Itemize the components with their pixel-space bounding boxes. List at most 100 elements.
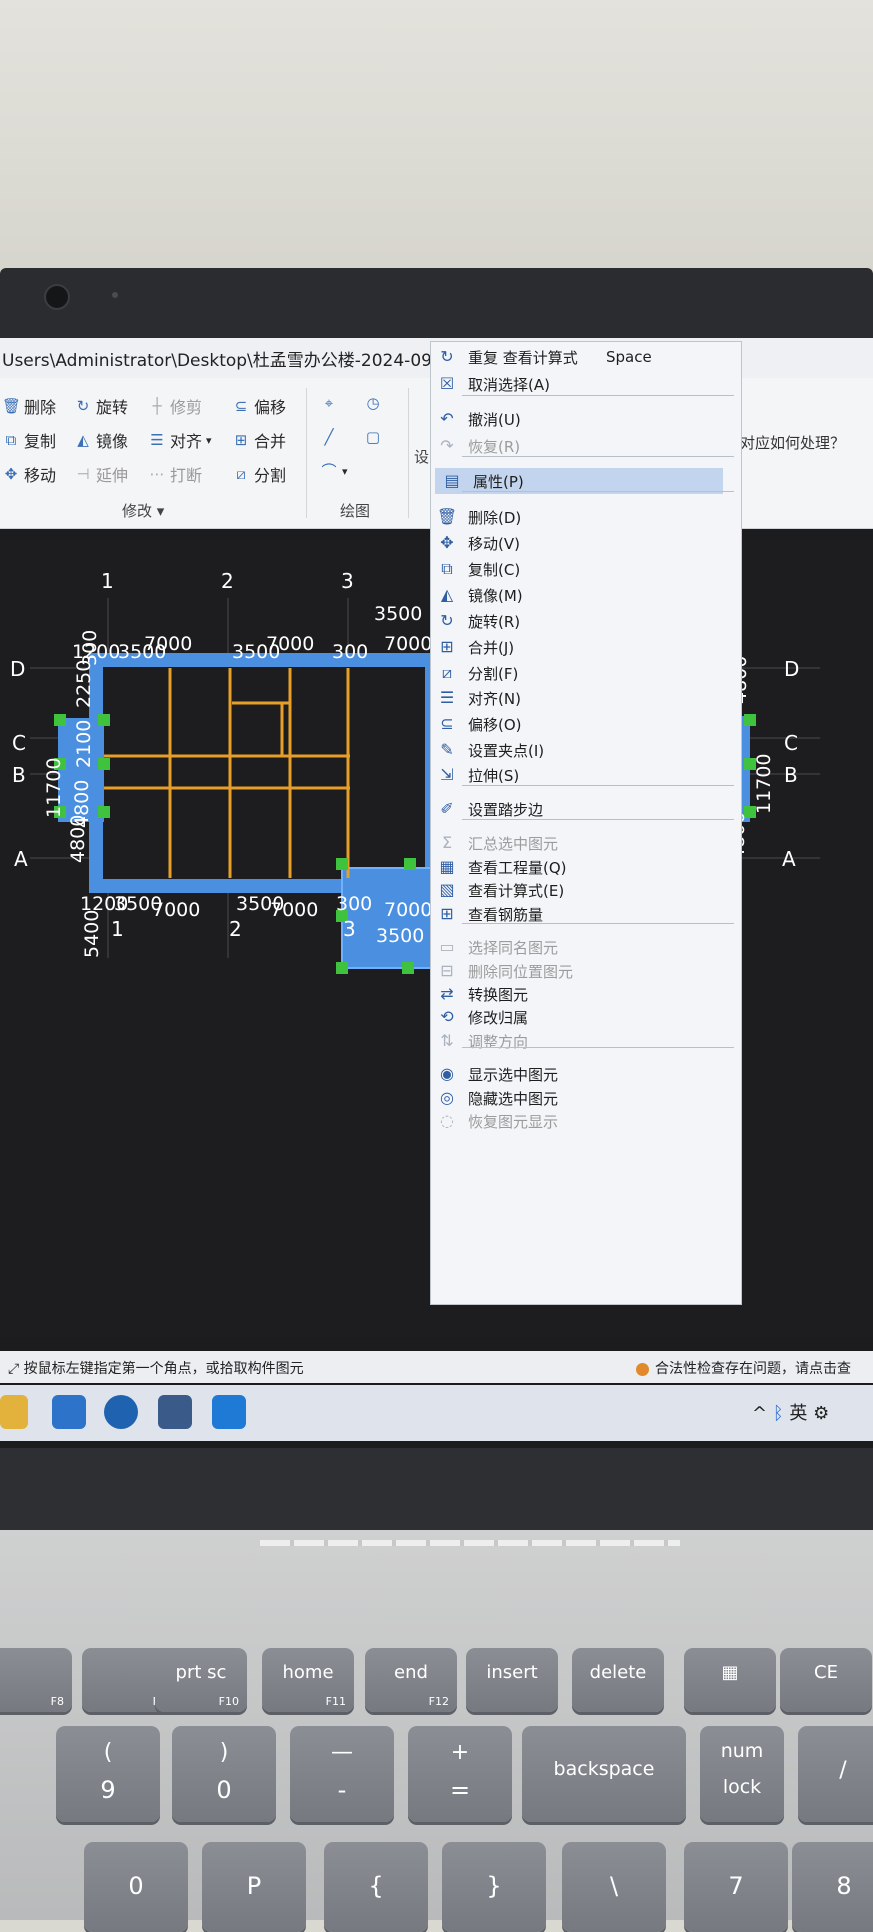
ribbon-copy-button[interactable]: ⧉ 复制 xyxy=(2,428,56,452)
ribbon-mirror-button[interactable]: ◭ 镜像 xyxy=(74,428,128,452)
context-menu-item[interactable]: ↻ 重复 查看计算式 Space xyxy=(430,344,730,370)
ribbon-rotate-label: 旋转 xyxy=(96,398,129,417)
ribbon-trim-button[interactable]: ┼ 修剪 xyxy=(148,394,202,418)
copy-icon: ⧉ xyxy=(5,431,17,449)
ribbon-rotate-button[interactable]: ↻ 旋转 xyxy=(74,394,128,418)
tray-expand-icon[interactable]: ^ xyxy=(752,1403,767,1424)
key-label: home xyxy=(282,1662,334,1683)
keyboard-key[interactable]: home F11 xyxy=(262,1648,354,1712)
dimension-label: 7000 xyxy=(270,899,318,921)
context-menu-item[interactable]: ☰ 对齐(N) xyxy=(430,685,730,711)
keyboard-key[interactable]: — - xyxy=(290,1726,394,1822)
context-menu-item-label: 转换图元 xyxy=(468,985,529,1004)
keyboard-key[interactable]: { xyxy=(324,1842,428,1932)
draw-rect-button[interactable]: ▢ xyxy=(364,428,382,446)
context-menu-item-label: 合并(J) xyxy=(468,638,515,657)
break-icon: ⋯ xyxy=(149,465,165,483)
context-menu-item-label: 选择同名图元 xyxy=(468,938,559,957)
context-menu-item[interactable]: ▭ 选择同名图元 xyxy=(430,934,730,960)
keyboard-key[interactable]: 0 xyxy=(84,1842,188,1932)
context-menu-item[interactable]: ⊞ 合并(J) xyxy=(430,634,730,660)
axis-label: A xyxy=(782,847,796,871)
draw-arc-button[interactable]: ⌒ ▾ xyxy=(320,462,347,480)
stretch-icon: ⇲ xyxy=(440,765,454,784)
ribbon-split-button[interactable]: ⧄ 分割 xyxy=(232,462,286,486)
keyboard-key[interactable]: prt sc F10 xyxy=(155,1648,247,1712)
app-icon-globe[interactable] xyxy=(104,1395,138,1429)
circle-icon: ◷ xyxy=(366,394,380,412)
context-menu-item[interactable]: ▧ 查看计算式(E) xyxy=(430,877,730,903)
ribbon-merge-label: 合并 xyxy=(254,432,287,451)
modify-group-label[interactable]: 修改 ▾ xyxy=(122,500,164,521)
status-hint-text: 按鼠标左键指定第一个角点，或拾取构件图元 xyxy=(23,1361,304,1377)
keyboard-key[interactable]: + = xyxy=(408,1726,512,1822)
context-menu-item[interactable]: 🗑 删除(D) xyxy=(430,504,730,530)
context-menu-shortcut: Space xyxy=(606,348,652,366)
draw-circle-button[interactable]: ◷ xyxy=(364,394,382,412)
bluetooth-icon[interactable]: ᛒ xyxy=(773,1403,784,1424)
help-question[interactable]: 对应如何处理？ xyxy=(740,432,845,453)
app-icon-active[interactable] xyxy=(212,1395,246,1429)
context-menu-item-label: 移动(V) xyxy=(468,534,520,553)
status-warning-text: 合法性检查存在问题，请点击查 xyxy=(655,1361,851,1377)
keyboard-key[interactable]: (9 xyxy=(56,1726,160,1822)
draw-line-button[interactable]: ╱ xyxy=(320,428,338,446)
ime-indicator[interactable]: 英 xyxy=(789,1403,807,1424)
key-label: 7 xyxy=(728,1872,744,1900)
ribbon-break-button[interactable]: ⋯ 打断 xyxy=(148,462,203,486)
ribbon-merge-button[interactable]: ⊞ 合并 xyxy=(232,428,286,452)
ribbon-align-button[interactable]: ☰ 对齐 ▾ xyxy=(148,428,211,452)
context-menu-item[interactable]: ◭ 镜像(M) xyxy=(430,582,730,608)
extend-icon: ⊣ xyxy=(76,465,90,483)
ribbon-offset-button[interactable]: ⊆ 偏移 xyxy=(232,394,286,418)
keyboard-key[interactable]: num lock xyxy=(700,1726,784,1822)
ribbon-delete-button[interactable]: 🗑 删除 xyxy=(2,394,56,418)
context-menu-item[interactable]: ⧉ 复制(C) xyxy=(430,556,730,582)
hide-selected-icon: ◎ xyxy=(440,1088,454,1107)
key-label: } xyxy=(486,1872,502,1900)
context-menu-item[interactable]: ↶ 撤消(U) xyxy=(430,406,730,432)
context-menu-item-label: 旋转(R) xyxy=(468,612,521,631)
ribbon-split-label: 分割 xyxy=(254,466,287,485)
context-menu-item[interactable]: ⊆ 偏移(O) xyxy=(430,711,730,737)
properties-icon: ▤ xyxy=(444,471,460,490)
keyboard-key[interactable]: } xyxy=(442,1842,546,1932)
ribbon-mirror-label: 镜像 xyxy=(96,432,129,451)
draw-point-button[interactable]: ⌖ xyxy=(320,394,338,412)
context-menu-item[interactable]: ⧄ 分割(F) xyxy=(430,660,730,686)
settings-tray-icon[interactable]: ⚙ xyxy=(813,1403,829,1424)
keyboard-key[interactable]: CE xyxy=(780,1648,872,1712)
context-menu-item[interactable]: ✎ 设置夹点(I) xyxy=(430,737,730,763)
keyboard-key[interactable]: P xyxy=(202,1842,306,1932)
context-menu-item[interactable]: ⟲ 修改归属 xyxy=(430,1004,730,1030)
context-menu-item[interactable]: ⇅ 调整方向 xyxy=(430,1028,730,1054)
keyboard-key[interactable]: F8 xyxy=(0,1648,72,1712)
axis-label: A xyxy=(14,847,28,871)
step-edge-icon: ✐ xyxy=(440,799,454,818)
context-menu-item[interactable]: Σ 汇总选中图元 xyxy=(430,830,730,856)
context-menu-separator xyxy=(462,819,734,820)
status-warning[interactable]: 合法性检查存在问题，请点击查 xyxy=(636,1358,851,1378)
keyboard-key[interactable]: end F12 xyxy=(365,1648,457,1712)
keyboard-key[interactable]: / xyxy=(798,1726,873,1822)
ribbon-move-button[interactable]: ✥ 移动 xyxy=(2,462,56,486)
app-icon-blue[interactable] xyxy=(52,1395,86,1429)
keyboard-key[interactable]: ) 0 xyxy=(172,1726,276,1822)
context-menu-item[interactable]: ☒ 取消选择(A) xyxy=(430,371,730,397)
file-explorer-icon[interactable] xyxy=(0,1395,28,1429)
keyboard-key[interactable]: 7 xyxy=(684,1842,788,1932)
split-icon: ⧄ xyxy=(441,663,453,682)
system-tray: ^ ᛒ 英 ⚙ xyxy=(752,1399,829,1425)
ribbon-extend-button[interactable]: ⊣ 延伸 xyxy=(74,462,128,486)
context-menu-item[interactable]: ◌ 恢复图元显示 xyxy=(430,1108,730,1134)
keyboard-key[interactable]: insert xyxy=(466,1648,558,1712)
keyboard-key[interactable]: ▦ xyxy=(684,1648,776,1712)
context-menu-item[interactable]: ↻ 旋转(R) xyxy=(430,608,730,634)
keyboard-key[interactable]: delete xyxy=(572,1648,664,1712)
keyboard-key[interactable]: 8 xyxy=(792,1842,873,1932)
context-menu-item[interactable]: ◉ 显示选中图元 xyxy=(430,1061,730,1087)
keyboard-key[interactable]: backspace xyxy=(522,1726,686,1822)
keyboard-key[interactable]: \ xyxy=(562,1842,666,1932)
context-menu-item[interactable]: ✥ 移动(V) xyxy=(430,530,730,556)
app-icon-gtj[interactable] xyxy=(158,1395,192,1429)
